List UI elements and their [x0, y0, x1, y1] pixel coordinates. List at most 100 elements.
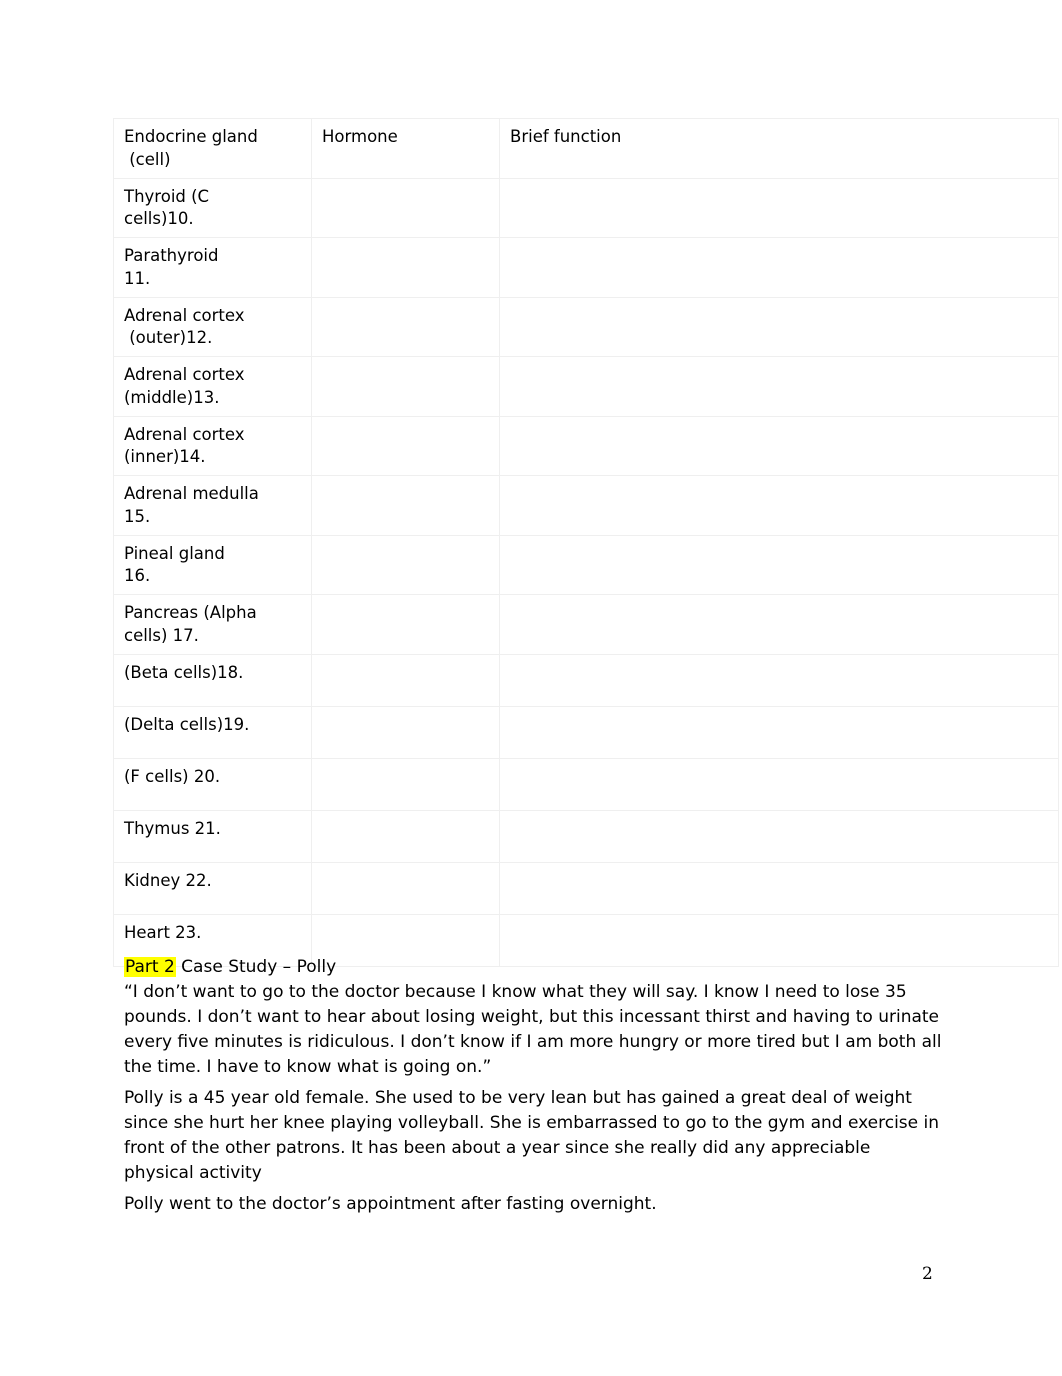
cell-function[interactable]	[499, 415, 1059, 477]
table-row: Adrenal cortex (middle)13.	[113, 356, 1059, 417]
cell-hormone-text	[322, 922, 489, 945]
cell-hormone[interactable]	[311, 296, 500, 358]
cell-hormone[interactable]	[311, 475, 500, 536]
cell-gland[interactable]: Pancreas (Alpha cells) 17.	[113, 594, 312, 655]
cell-gland-text: Pineal gland 16.	[124, 543, 225, 586]
case-study-background-paragraph: Polly is a 45 year old female. She used …	[124, 1088, 940, 1183]
cell-hormone-text	[322, 245, 489, 268]
cell-hormone[interactable]	[311, 861, 500, 915]
cell-function[interactable]	[499, 475, 1059, 536]
cell-function-text	[510, 483, 1048, 506]
cell-gland[interactable]: Parathyroid 11.	[113, 237, 312, 298]
table-row: Kidney 22.	[113, 861, 1059, 915]
cell-gland[interactable]: (F cells) 20.	[113, 757, 312, 811]
cell-function[interactable]	[499, 356, 1059, 417]
cell-function[interactable]	[499, 237, 1059, 298]
cell-function[interactable]	[499, 534, 1059, 596]
cell-hormone[interactable]	[311, 809, 500, 863]
cell-gland[interactable]: Adrenal medulla 15.	[113, 475, 312, 536]
cell-function[interactable]	[499, 861, 1059, 915]
cell-function[interactable]	[499, 757, 1059, 811]
table-body: Endocrine gland (cell) Hormone Brief fun…	[113, 118, 1059, 967]
cell-function-text	[510, 305, 1048, 328]
cell-function[interactable]	[499, 177, 1059, 239]
header-cell-function: Brief function	[499, 118, 1059, 179]
cell-function[interactable]	[499, 296, 1059, 358]
cell-function-text	[510, 364, 1048, 387]
cell-gland-text: Adrenal cortex (inner)14.	[124, 424, 245, 467]
case-study-fasting-paragraph: Polly went to the doctor’s appointment a…	[124, 1194, 657, 1214]
cell-function[interactable]	[499, 653, 1059, 707]
table-row: Parathyroid 11.	[113, 237, 1059, 298]
cell-function[interactable]	[499, 594, 1059, 655]
table-row: (Beta cells)18.	[113, 653, 1059, 707]
cell-function-text	[510, 870, 1048, 893]
cell-gland[interactable]: Adrenal cortex (outer)12.	[113, 296, 312, 358]
table-row: Pancreas (Alpha cells) 17.	[113, 594, 1059, 655]
cell-gland-text: Adrenal cortex (middle)13.	[124, 365, 245, 407]
cell-gland-text: (Delta cells)19.	[124, 714, 250, 734]
header-label-gland: Endocrine gland (cell)	[124, 127, 258, 169]
cell-gland-text: Kidney 22.	[124, 870, 212, 890]
table-row: (F cells) 20.	[113, 757, 1059, 811]
cell-hormone-text	[322, 766, 489, 789]
cell-gland[interactable]: Adrenal cortex (middle)13.	[113, 356, 312, 417]
cell-hormone[interactable]	[311, 177, 500, 239]
table-row: Adrenal medulla 15.	[113, 475, 1059, 536]
cell-gland-text: Heart 23.	[124, 922, 202, 942]
cell-hormone-text	[322, 714, 489, 737]
cell-gland-text: Parathyroid 11.	[124, 246, 219, 288]
cell-gland-text: Thymus 21.	[124, 818, 221, 838]
endocrine-gland-table: Endocrine gland (cell) Hormone Brief fun…	[113, 118, 1059, 967]
header-label-function: Brief function	[510, 127, 622, 146]
cell-function-text	[510, 186, 1048, 209]
cell-gland[interactable]: Thyroid (C cells)10.	[113, 177, 312, 239]
part2-label-highlight: Part 2	[124, 957, 176, 977]
cell-hormone[interactable]	[311, 356, 500, 417]
cell-function-text	[510, 543, 1048, 566]
cell-hormone[interactable]	[311, 594, 500, 655]
table-row: Thymus 21.	[113, 809, 1059, 863]
cell-gland-text: Adrenal medulla 15.	[124, 484, 259, 526]
cell-gland-text: (F cells) 20.	[124, 766, 221, 786]
cell-function-text	[510, 766, 1048, 789]
header-label-hormone: Hormone	[322, 127, 398, 146]
cell-function-text	[510, 714, 1048, 737]
cell-function-text	[510, 602, 1048, 625]
document-page: Endocrine gland (cell) Hormone Brief fun…	[0, 0, 1062, 1376]
cell-hormone[interactable]	[311, 757, 500, 811]
page-number: 2	[922, 1264, 933, 1284]
cell-gland-text: (Beta cells)18.	[124, 662, 244, 682]
cell-hormone[interactable]	[311, 653, 500, 707]
cell-gland[interactable]: Pineal gland 16.	[113, 534, 312, 596]
table-row: Pineal gland 16.	[113, 534, 1059, 596]
cell-hormone[interactable]	[311, 415, 500, 477]
part2-title-rest: Case Study – Polly	[175, 957, 337, 977]
cell-gland[interactable]: Thymus 21.	[113, 809, 312, 863]
cell-function-text	[510, 662, 1048, 685]
cell-hormone-text	[322, 364, 489, 387]
header-cell-hormone: Hormone	[311, 118, 500, 179]
cell-hormone-text	[322, 186, 489, 209]
table-row: Adrenal cortex (inner)14.	[113, 415, 1059, 477]
cell-hormone-text	[322, 870, 489, 893]
cell-hormone[interactable]	[311, 534, 500, 596]
cell-gland[interactable]: (Delta cells)19.	[113, 705, 312, 759]
cell-gland[interactable]: (Beta cells)18.	[113, 653, 312, 707]
cell-hormone-text	[322, 483, 489, 506]
cell-hormone-text	[322, 818, 489, 841]
cell-hormone-text	[322, 602, 489, 625]
cell-hormone[interactable]	[311, 237, 500, 298]
table-row: Thyroid (C cells)10.	[113, 177, 1059, 239]
cell-function-text	[510, 424, 1048, 447]
cell-gland[interactable]: Kidney 22.	[113, 861, 312, 915]
header-cell-gland: Endocrine gland (cell)	[113, 118, 312, 179]
cell-function[interactable]	[499, 809, 1059, 863]
cell-gland-text: Thyroid (C cells)10.	[124, 186, 210, 229]
cell-gland-text: Pancreas (Alpha cells) 17.	[124, 603, 257, 646]
table-row: (Delta cells)19.	[113, 705, 1059, 759]
cell-gland[interactable]: Adrenal cortex (inner)14.	[113, 415, 312, 477]
cell-function[interactable]	[499, 705, 1059, 759]
cell-hormone[interactable]	[311, 705, 500, 759]
cell-function-text	[510, 922, 1048, 945]
